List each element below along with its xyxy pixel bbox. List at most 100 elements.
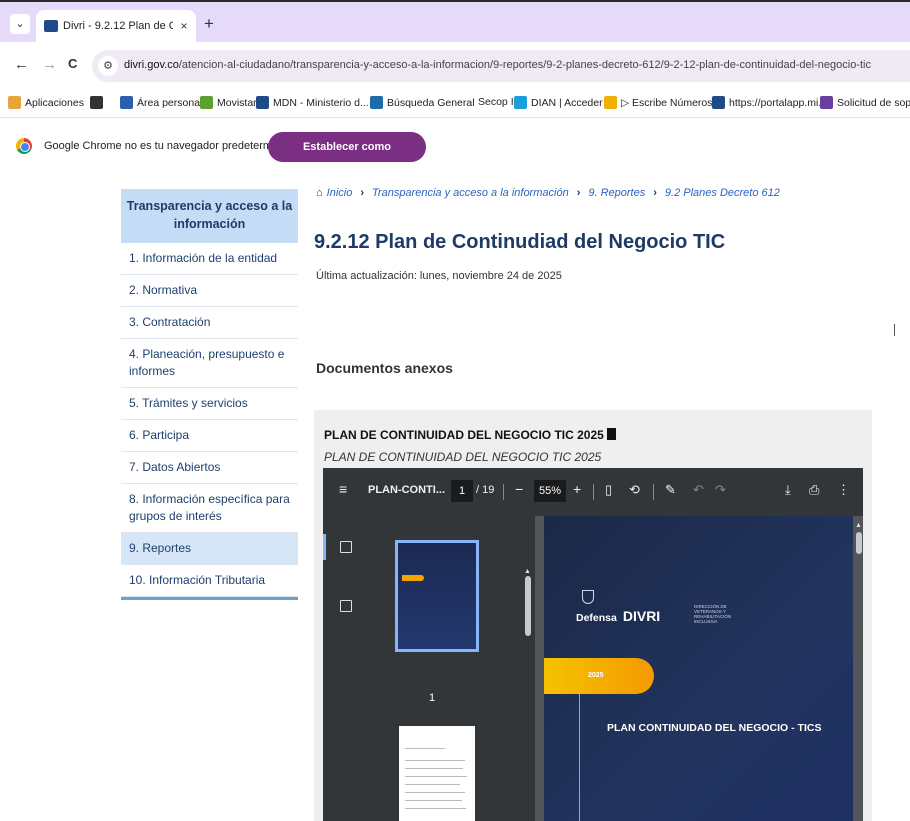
bookmark-item[interactable]: Búsqueda General (370, 96, 475, 109)
bookmark-label: Movistar (217, 96, 257, 109)
bookmark-item[interactable]: https://portalapp.mi... (712, 96, 827, 109)
close-tab-icon[interactable]: × (176, 18, 192, 34)
toolbar-divider (593, 484, 594, 500)
breadcrumb-separator: › (576, 187, 581, 199)
sidebar-menu: 1. Información de la entidad 2. Normativa… (121, 243, 298, 597)
reload-button[interactable]: C (68, 56, 77, 71)
sidebar-item[interactable]: 2. Normativa (121, 275, 298, 307)
tab-list-button[interactable]: ⌄ (10, 14, 30, 34)
thumbnail-scrollbar[interactable] (525, 576, 531, 636)
sidebar-item[interactable]: 9. Reportes (121, 533, 298, 565)
download-icon[interactable]: ⤓ (785, 482, 791, 498)
sidebar-item[interactable]: 8. Información específica para grupos de… (121, 484, 298, 533)
rotate-icon[interactable]: ⟲ (629, 482, 640, 498)
thumbnails-view-icon[interactable] (340, 541, 352, 553)
document-title-text: PLAN DE CONTINUIDAD DEL NEGOCIO TIC 2025 (324, 428, 604, 442)
browser-toolbar: ← → C ⚙ divri.gov.co/atencion-al-ciudada… (0, 42, 910, 90)
s-icon (370, 96, 383, 109)
bookmark-label: Secop II (478, 96, 517, 108)
movistar-icon (200, 96, 213, 109)
sidebar-item[interactable]: 3. Contratación (121, 307, 298, 339)
grid-icon (90, 96, 103, 109)
bookmark-item[interactable]: MDN - Ministerio d... (256, 96, 369, 109)
print-icon[interactable]: ⎙ (809, 482, 819, 498)
site-info-icon[interactable]: ⚙ (98, 56, 118, 76)
bookmark-item[interactable]: ▷ Escribe Números... (604, 96, 721, 109)
logo-tagline: DIRECCIÓN DE VETERANOS Y REHABILITACIÓN … (694, 604, 732, 624)
sidebar-item[interactable]: 5. Trámites y servicios (121, 388, 298, 420)
url-path: /atencion-al-ciudadano/transparencia-y-a… (178, 59, 871, 71)
forward-button[interactable]: → (42, 56, 57, 73)
annotate-icon[interactable]: ✎ (665, 482, 676, 498)
breadcrumb-item[interactable]: 9. Reportes (588, 187, 645, 199)
total-pages: / 19 (476, 484, 495, 496)
bookmark-item[interactable] (90, 96, 103, 109)
sidebar-header[interactable]: Transparencia y acceso a la información (121, 189, 298, 243)
menu-icon[interactable]: ≡ (339, 481, 347, 497)
fit-page-icon[interactable]: ▯ (605, 482, 612, 498)
scroll-up-icon[interactable]: ▲ (524, 568, 531, 575)
sidebar-bottom-border (121, 597, 298, 600)
bookmark-item[interactable]: Movistar (200, 96, 257, 109)
zoom-in-button[interactable]: + (573, 481, 581, 497)
pdf-toolbar: ≡ PLAN-CONTI... 1 / 19 − 55% + ▯ ⟲ ✎ ↶ ↷… (323, 468, 863, 516)
bookmarks-bar: Aplicaciones Área personal Movistar MDN - M… (0, 90, 910, 118)
pdf-file-icon[interactable] (606, 428, 616, 440)
page-scrollbar[interactable] (856, 532, 862, 554)
breadcrumb-item[interactable]: 9.2 Planes Decreto 612 (665, 187, 780, 199)
redo-icon[interactable]: ↷ (715, 482, 726, 498)
more-options-icon[interactable]: ⋮ (837, 482, 850, 498)
bookmark-item[interactable]: DIAN | Acceder (514, 96, 603, 109)
toolbar-divider (503, 484, 504, 500)
logo-divri: DIVRI (622, 608, 661, 624)
address-bar[interactable]: ⚙ divri.gov.co/atencion-al-ciudadano/tra… (92, 50, 910, 82)
pdf-file-name: PLAN-CONTI... (368, 484, 445, 496)
year-banner-text: 2025 (588, 672, 604, 679)
last-updated: Última actualización: lunes, noviembre 2… (316, 270, 562, 282)
outline-view-icon[interactable] (340, 600, 352, 612)
breadcrumb-item[interactable]: Transparencia y acceso a la información (372, 187, 569, 199)
bookmark-label: Solicitud de sopo (837, 96, 910, 109)
bookmark-item[interactable]: Aplicaciones (8, 96, 84, 109)
globe-icon (712, 96, 725, 109)
back-button[interactable]: ← (14, 56, 29, 73)
document-title[interactable]: PLAN DE CONTINUIDAD DEL NEGOCIO TIC 2025 (324, 428, 616, 442)
bookmark-label: ▷ Escribe Números... (621, 96, 722, 109)
breadcrumb-home[interactable]: Inicio (327, 187, 353, 199)
url-domain: divri.gov.co (124, 59, 179, 71)
page-thumbnail-1[interactable] (395, 540, 479, 652)
form-icon (820, 96, 833, 109)
decorative-line (579, 694, 580, 821)
bookmark-item[interactable]: Solicitud de sopo (820, 96, 910, 109)
page-thumbnail-2[interactable] (399, 726, 475, 821)
thumbnail-highlight (402, 575, 424, 581)
bookmark-item[interactable]: Secop II (478, 96, 517, 108)
apps-grid-icon (8, 96, 21, 109)
globe-icon (256, 96, 269, 109)
home-icon[interactable]: ⌂ (316, 187, 323, 199)
url-text[interactable]: divri.gov.co/atencion-al-ciudadano/trans… (124, 59, 871, 71)
section-sidebar: Transparencia y acceso a la información … (121, 189, 298, 600)
page-number-input[interactable]: 1 (451, 480, 473, 502)
document-subtitle: PLAN DE CONTINUIDAD DEL NEGOCIO TIC 2025 (324, 450, 602, 464)
bookmark-item[interactable]: Área personal (120, 96, 202, 109)
pdf-viewer[interactable]: ≡ PLAN-CONTI... 1 / 19 − 55% + ▯ ⟲ ✎ ↶ ↷… (323, 468, 863, 821)
sidebar-item[interactable]: 6. Participa (121, 420, 298, 452)
divri-favicon-icon (44, 20, 58, 32)
active-tab[interactable]: Divri - 9.2.12 Plan de Continuid × (36, 10, 196, 44)
thumbnail-page-number: 1 (429, 692, 436, 704)
set-default-button[interactable]: Establecer como predeterminado (268, 132, 426, 183)
new-tab-button[interactable]: + (204, 14, 214, 34)
scroll-up-icon[interactable]: ▲ (855, 522, 862, 529)
sidebar-item[interactable]: 4. Planeación, presupuesto e informes (121, 339, 298, 388)
sidebar-item[interactable]: 7. Datos Abiertos (121, 452, 298, 484)
default-browser-infobar: Google Chrome no es tu navegador predete… (0, 118, 910, 183)
thumbnail-sidebar: 1 ▲ (323, 516, 535, 821)
undo-icon[interactable]: ↶ (693, 482, 704, 498)
sidebar-item[interactable]: 1. Información de la entidad (121, 243, 298, 275)
zoom-out-button[interactable]: − (515, 481, 523, 497)
zoom-input[interactable]: 55% (534, 480, 566, 502)
sidebar-item[interactable]: 10. Información Tributaria (121, 565, 298, 597)
pdf-page-heading: PLAN CONTINUIDAD DEL NEGOCIO - TICS (607, 722, 822, 734)
breadcrumb-separator: › (653, 187, 657, 199)
